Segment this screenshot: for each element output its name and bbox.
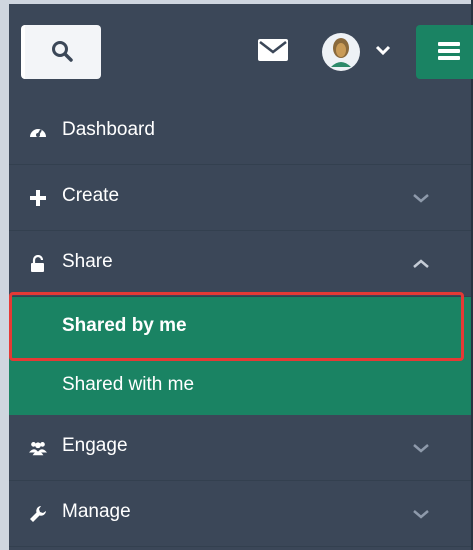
selection-highlight-box [9, 292, 464, 361]
chevron-down-icon[interactable] [375, 44, 391, 56]
chevron-down-icon[interactable] [411, 441, 431, 455]
user-avatar[interactable] [322, 33, 360, 71]
sidebar-item-create[interactable]: Create [9, 165, 471, 231]
sidebar-item-manage[interactable]: Manage [9, 481, 471, 547]
unlock-icon [31, 255, 44, 272]
sidebar-item-label: Manage [62, 501, 131, 522]
user-avatar-icon [331, 38, 351, 67]
sidebar-subitem-shared-with-me[interactable]: Shared with me [9, 356, 471, 415]
plus-icon [30, 190, 46, 206]
search-button[interactable] [21, 25, 101, 79]
left-frame-edge [0, 0, 9, 550]
sidebar-item-share[interactable]: Share [9, 231, 471, 297]
wrench-icon [30, 506, 46, 522]
users-icon [29, 442, 47, 456]
envelope-icon[interactable] [258, 39, 288, 61]
chevron-down-icon[interactable] [411, 191, 431, 205]
hamburger-menu-icon [438, 42, 460, 60]
sidebar-item-label: Engage [62, 435, 128, 456]
search-icon [52, 41, 73, 62]
sidebar-item-label: Share [62, 251, 113, 272]
sidebar-item-dashboard[interactable]: Dashboard [9, 99, 471, 165]
sidebar-item-engage[interactable]: Engage [9, 415, 471, 481]
dashboard-gauge-icon [30, 129, 46, 137]
chevron-down-icon[interactable] [411, 507, 431, 521]
hamburger-menu-button[interactable] [416, 25, 473, 79]
top-header [9, 4, 473, 99]
sidebar-subitem-label: Shared with me [62, 374, 195, 395]
chevron-up-icon[interactable] [411, 257, 431, 271]
sidebar-item-label: Create [62, 185, 120, 206]
sidebar-item-label: Dashboard [62, 119, 155, 140]
